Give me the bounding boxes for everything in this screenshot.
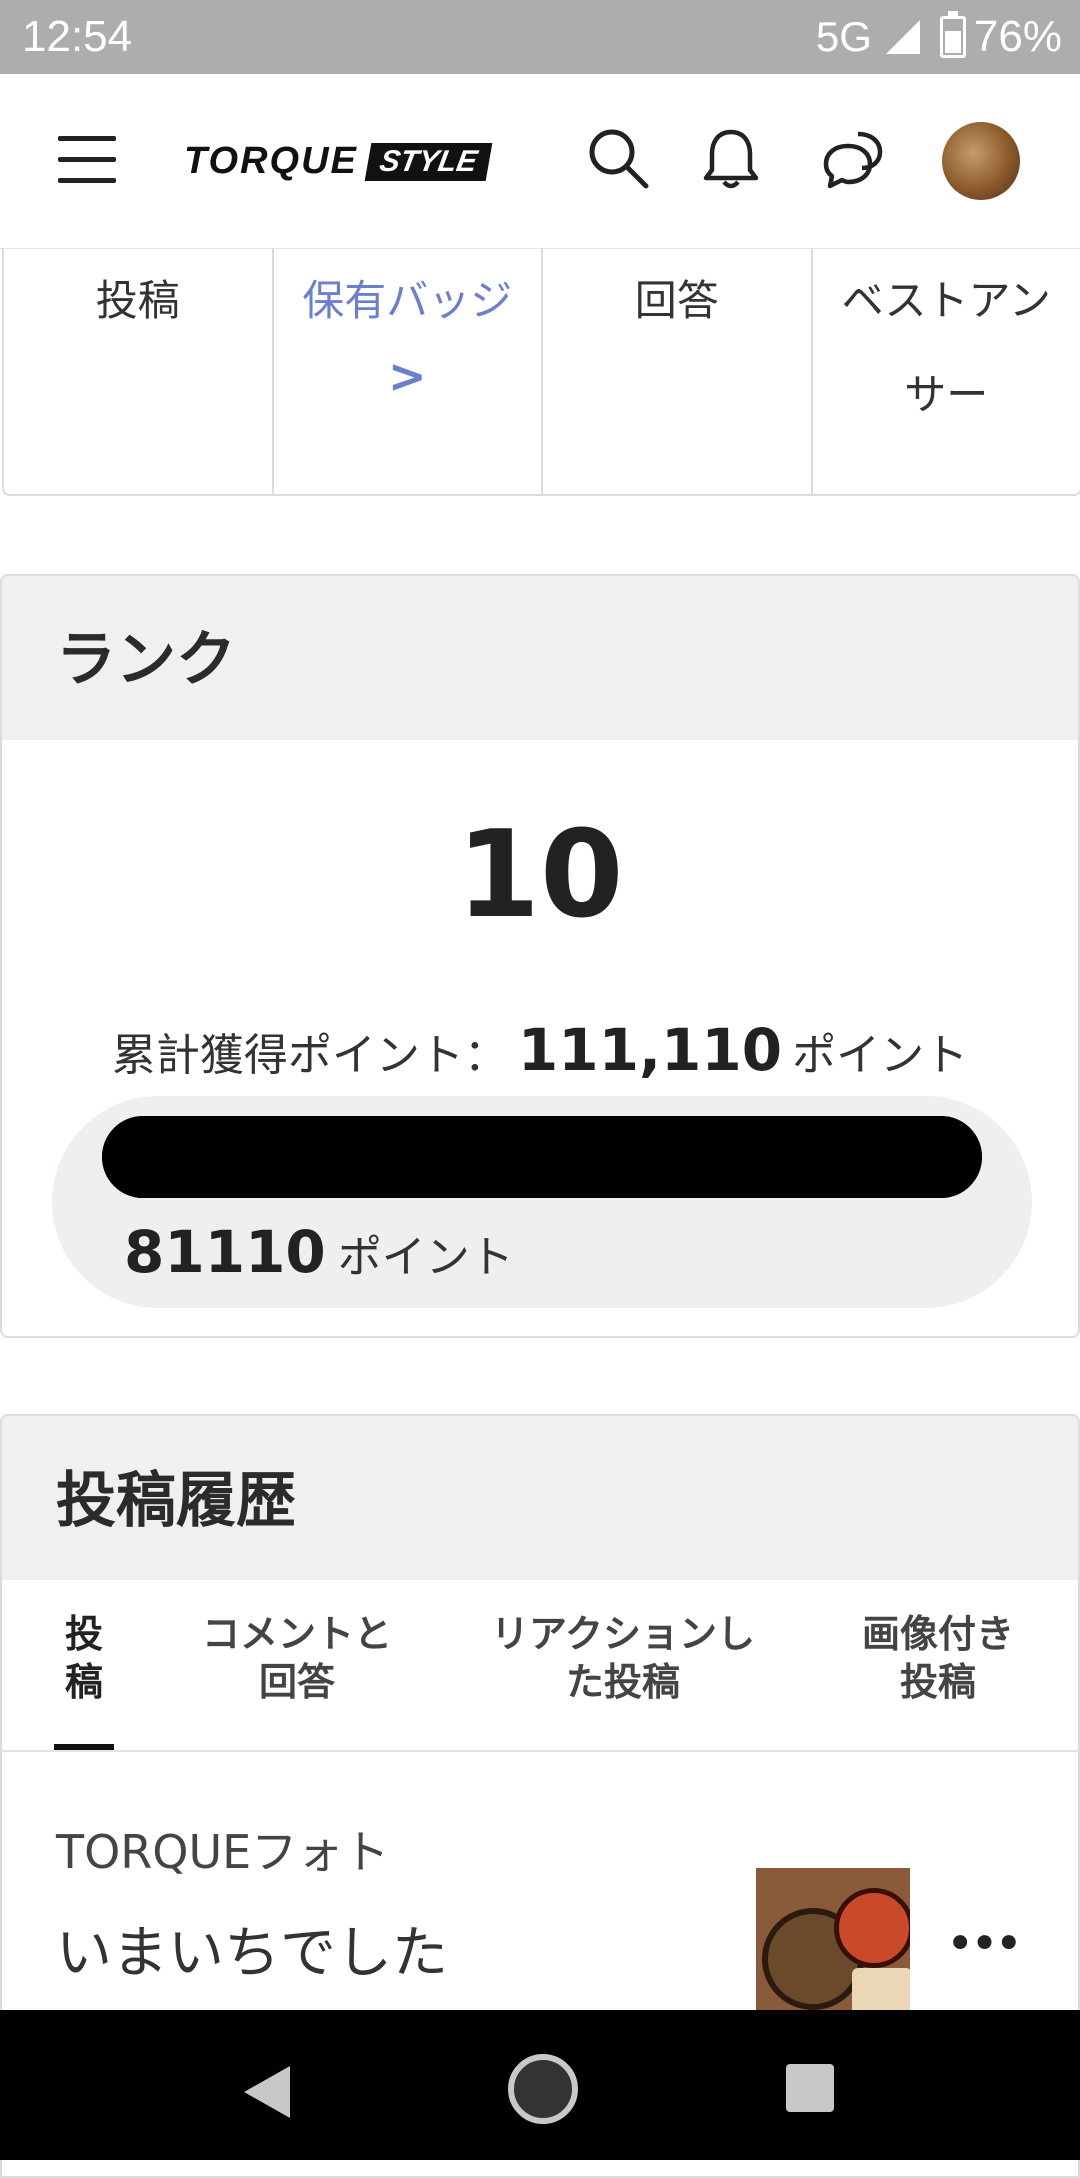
torque-style-logo[interactable]: TORQUE STYLE <box>184 140 489 183</box>
logo-style-text: STYLE <box>365 143 492 181</box>
history-title: 投稿履歴 <box>2 1416 1078 1580</box>
more-options-icon[interactable]: ••• <box>946 1916 1019 1972</box>
stat-tab-posts[interactable]: 投稿 <box>4 248 274 494</box>
status-icons: 5G 76% <box>816 12 1062 62</box>
stat-label: ベストアン <box>813 254 1080 348</box>
total-points-value: 111,110 <box>518 1016 782 1084</box>
signal-icon <box>886 20 920 54</box>
rank-value: 10 <box>2 806 1078 945</box>
progress-points-value: 81110 <box>124 1218 326 1286</box>
recents-icon[interactable] <box>786 2064 834 2112</box>
home-icon[interactable] <box>508 2054 578 2124</box>
tab-label: た投稿 <box>488 1658 758 1706</box>
rank-title: ランク <box>2 576 1078 740</box>
stat-tab-best-answer[interactable]: ベストアン サー <box>813 248 1080 494</box>
post-title: いまいちでした <box>56 1908 448 1989</box>
tab-label: リアクションし <box>488 1610 758 1658</box>
tab-label: 投稿 <box>858 1658 1018 1706</box>
progress-points-unit: ポイント <box>338 1232 514 1283</box>
rank-progress-panel: 81110ポイント <box>52 1096 1032 1308</box>
chat-icon[interactable] <box>818 124 888 194</box>
total-points-label: 累計獲得ポイント： <box>112 1030 508 1081</box>
rank-progress-bar <box>102 1116 982 1198</box>
menu-icon[interactable] <box>58 136 116 184</box>
stat-tab-badges[interactable]: 保有バッジ > <box>274 248 544 494</box>
back-icon[interactable] <box>244 2066 290 2118</box>
stat-label: 保有バッジ <box>274 254 542 348</box>
rank-progress-fill <box>102 1116 982 1198</box>
post-category: TORQUEフォト <box>56 1816 448 1882</box>
stat-tab-answers[interactable]: 回答 <box>543 248 813 494</box>
progress-points: 81110ポイント <box>124 1218 514 1286</box>
status-bar: 12:54 5G 76% <box>0 0 1080 74</box>
total-points-unit: ポイント <box>792 1030 968 1081</box>
tab-label: コメントと <box>192 1610 402 1658</box>
total-points-line: 累計獲得ポイント：111,110ポイント <box>2 1016 1078 1084</box>
tab-label: 画像付き <box>858 1610 1018 1658</box>
app-header: TORQUE STYLE <box>0 74 1080 249</box>
post-thumbnail[interactable] <box>756 1868 910 2028</box>
stat-label: 回答 <box>543 254 811 348</box>
battery-icon <box>940 16 966 58</box>
profile-stats-row: 投稿 保有バッジ > 回答 ベストアン サー <box>2 248 1080 496</box>
search-icon[interactable] <box>584 124 654 194</box>
active-tab-indicator <box>54 1744 114 1750</box>
rank-card: ランク 10 累計獲得ポイント：111,110ポイント 81110ポイント <box>0 574 1080 1338</box>
stat-label: 投稿 <box>4 254 272 348</box>
tab-posts[interactable]: 投 稿 <box>54 1610 114 1706</box>
chevron-right-icon: > <box>274 348 542 404</box>
tab-comments-answers[interactable]: コメントと 回答 <box>192 1610 402 1706</box>
logo-torque-text: TORQUE <box>184 140 358 183</box>
battery-level: 76% <box>974 12 1062 62</box>
status-time: 12:54 <box>22 12 132 62</box>
tab-image-posts[interactable]: 画像付き 投稿 <box>858 1610 1018 1706</box>
system-nav-bar <box>0 2010 1080 2160</box>
history-tabs: 投 稿 コメントと 回答 リアクションし た投稿 画像付き 投稿 <box>2 1580 1078 1752</box>
avatar[interactable] <box>942 122 1020 200</box>
tab-label: 稿 <box>54 1658 114 1706</box>
network-type: 5G <box>816 13 872 61</box>
post-item[interactable]: TORQUEフォト いまいちでした <box>56 1816 448 1989</box>
tab-label: 投 <box>54 1610 114 1658</box>
stat-label-line2: サー <box>813 348 1080 442</box>
tab-label: 回答 <box>192 1658 402 1706</box>
tab-reacted-posts[interactable]: リアクションし た投稿 <box>488 1610 758 1706</box>
bell-icon[interactable] <box>696 124 766 194</box>
